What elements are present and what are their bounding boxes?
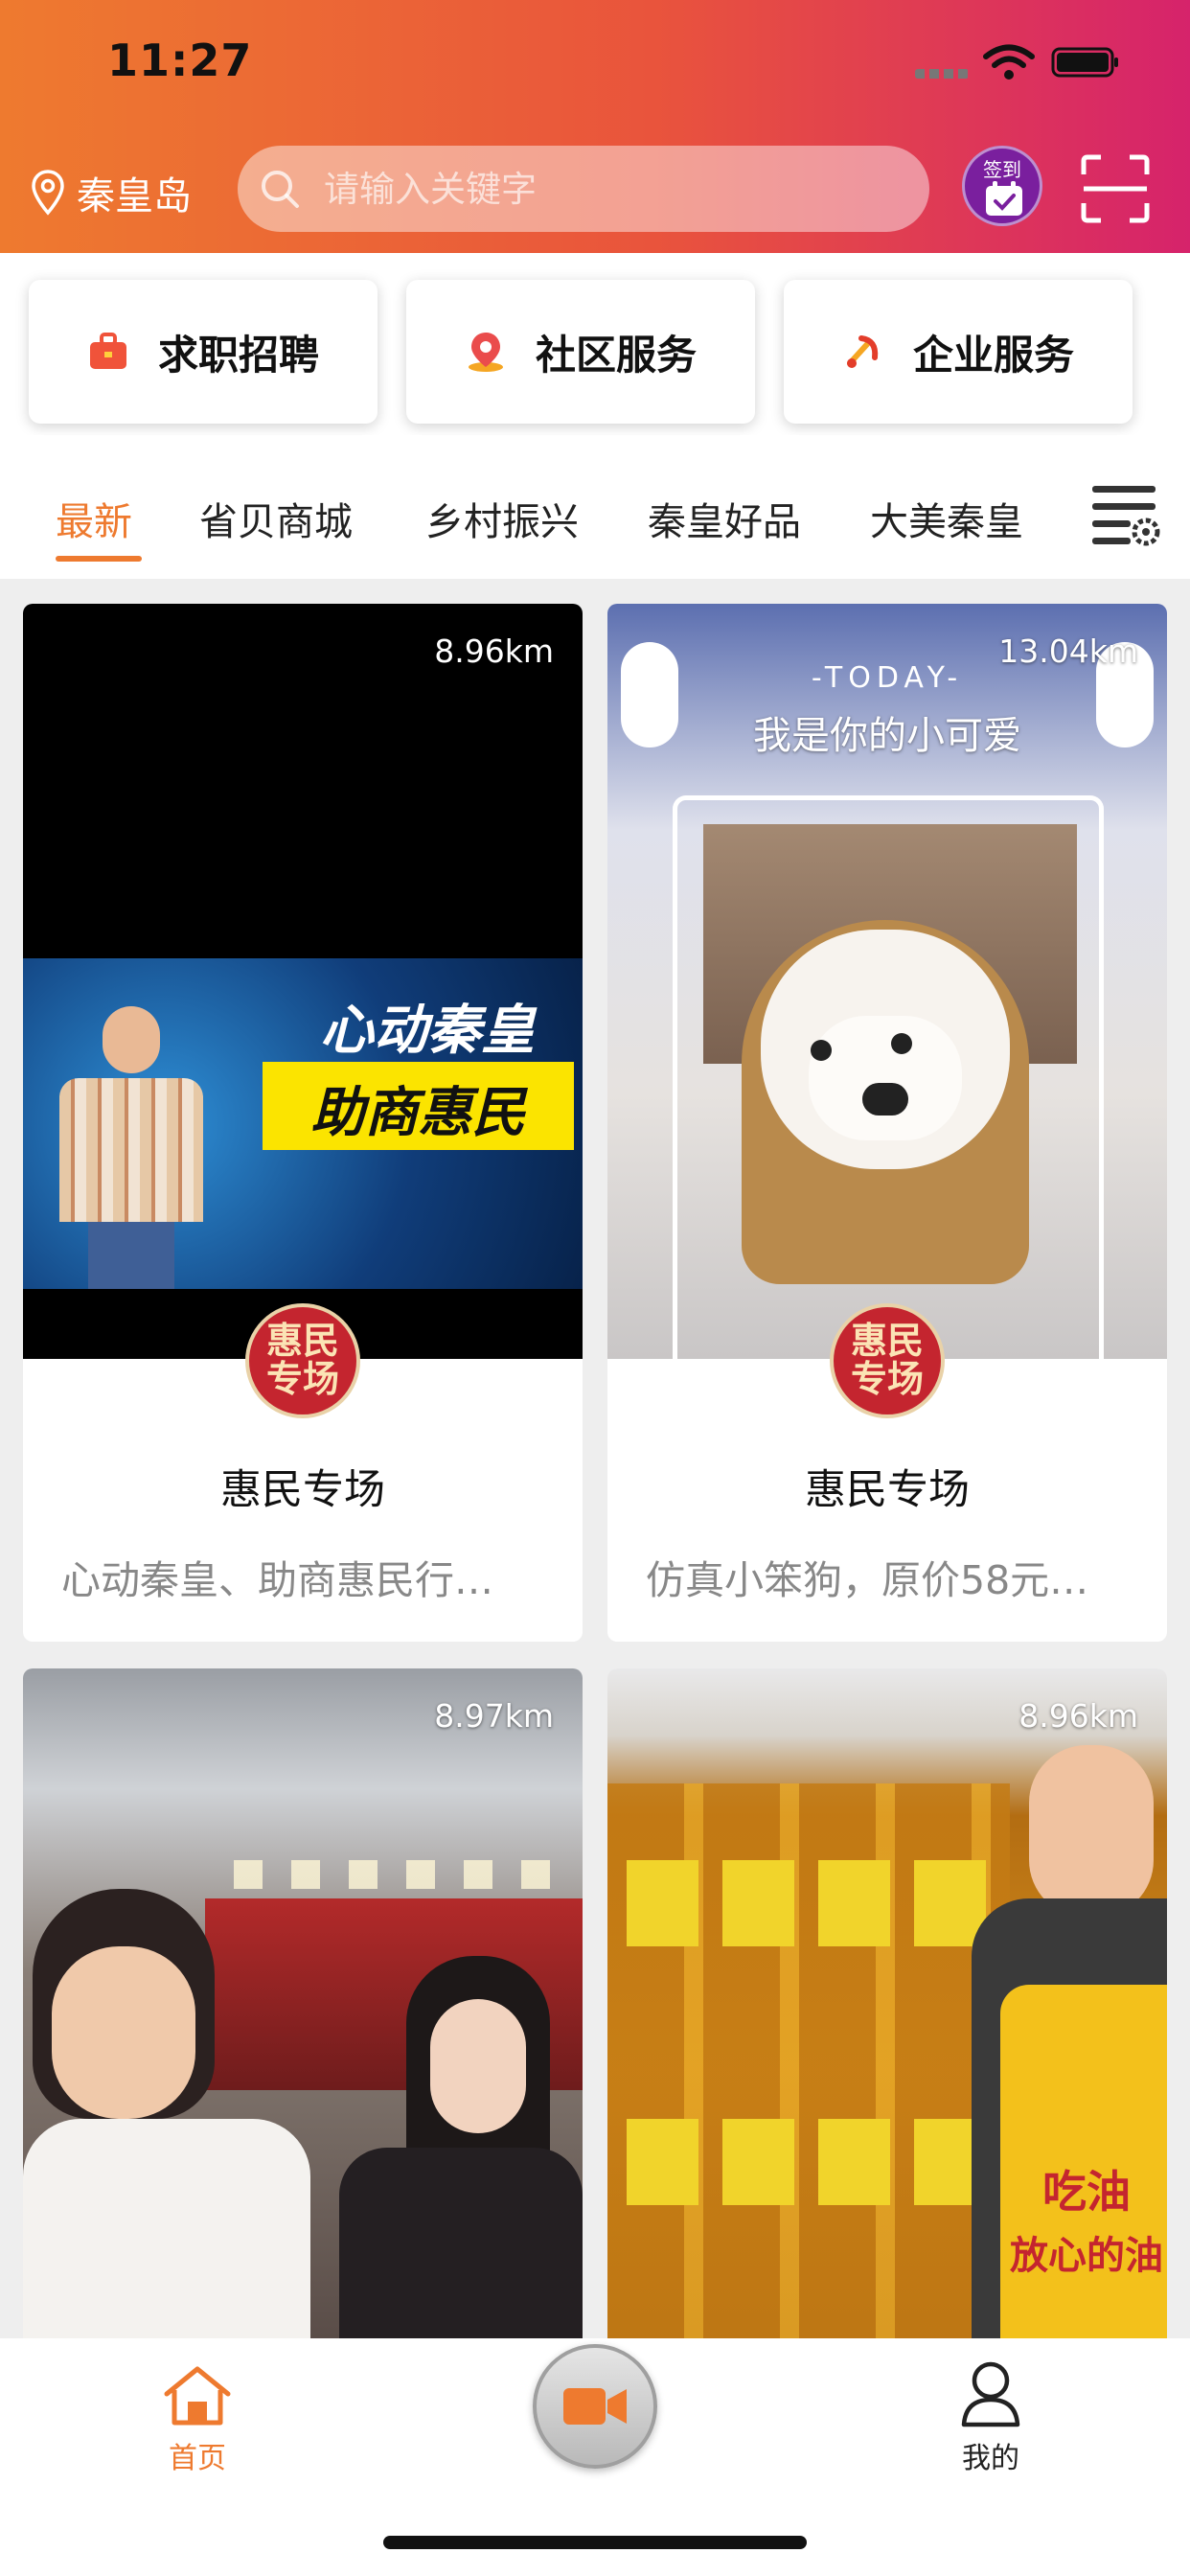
distance-label: 8.97km xyxy=(434,1697,554,1735)
signal-icon xyxy=(915,69,969,79)
card-title: 惠民专场 xyxy=(805,1466,970,1514)
card-title: 惠民专场 xyxy=(220,1466,385,1514)
service-row: 求职招聘 社区服务 企业服务 xyxy=(0,253,1190,435)
briefcase-icon xyxy=(89,333,126,369)
location-pin-icon xyxy=(32,170,64,216)
tab-mall[interactable]: 省贝商城 xyxy=(199,491,353,546)
video-thumbnail: 心动秦皇 助商惠民 8.96km xyxy=(23,604,583,1359)
video-thumbnail: 8.97km xyxy=(23,1668,583,2338)
card-description: 心动秦皇、助商惠民行… xyxy=(61,1557,493,1603)
distance-label: 8.96km xyxy=(434,632,554,670)
tab-rural[interactable]: 乡村振兴 xyxy=(425,491,579,546)
service-enterprise-label: 企业服务 xyxy=(912,331,1074,379)
thumbnail-caption-1: 吃油 xyxy=(1042,2166,1131,2218)
thumbnail-caption-1: 我是你的小可爱 xyxy=(753,714,1021,758)
card-description: 仿真小笨狗，原价58元… xyxy=(646,1557,1089,1603)
category-tabs: 最新 省贝商城 乡村振兴 秦皇好品 大美秦皇 xyxy=(0,435,1190,579)
video-card-2[interactable]: -TODAY- 我是你的小可爱 13.04km 惠民专场 惠民专场 仿真小笨狗，… xyxy=(607,604,1167,1642)
home-indicator xyxy=(383,2536,807,2549)
thumbnail-caption-1: 心动秦皇 xyxy=(320,1000,535,1062)
user-icon[interactable] xyxy=(960,2359,1021,2428)
service-jobs-label: 求职招聘 xyxy=(157,331,319,379)
tab-home-label[interactable]: 首页 xyxy=(144,2434,251,2476)
menu-settings-icon[interactable] xyxy=(1090,482,1161,551)
active-tab-indicator xyxy=(56,556,142,562)
video-card-4[interactable]: 吃油 放心的油 8.96km xyxy=(607,1668,1167,2338)
service-enterprise-button[interactable]: 企业服务 xyxy=(784,280,1133,424)
service-community-label: 社区服务 xyxy=(535,331,697,379)
distance-label: 8.96km xyxy=(1018,1697,1138,1735)
location-selector[interactable]: 秦皇岛 xyxy=(31,165,192,220)
signin-label: 签到 xyxy=(983,158,1021,181)
record-video-button[interactable] xyxy=(533,2344,657,2469)
thumbnail-caption-2: 放心的油 xyxy=(1010,2234,1163,2278)
search-bar[interactable] xyxy=(238,146,929,232)
thumbnail-caption-2: 助商惠民 xyxy=(310,1082,526,1144)
location-label: 秦皇岛 xyxy=(77,174,192,218)
search-icon xyxy=(262,171,299,208)
video-thumbnail: -TODAY- 我是你的小可爱 13.04km xyxy=(607,604,1167,1359)
search-input[interactable] xyxy=(322,167,901,211)
signin-button[interactable]: 签到 xyxy=(962,146,1042,226)
video-card-3[interactable]: 8.97km xyxy=(23,1668,583,2338)
calendar-check-icon xyxy=(986,181,1022,216)
status-time: 11:27 xyxy=(107,34,253,86)
map-pin-icon xyxy=(468,333,503,372)
promo-badge: 惠民专场 xyxy=(830,1303,945,1418)
promo-badge: 惠民专场 xyxy=(245,1303,360,1418)
scan-icon[interactable] xyxy=(1080,153,1151,224)
battery-icon xyxy=(1051,47,1118,78)
tab-scenery[interactable]: 大美秦皇 xyxy=(870,491,1023,546)
tab-goods[interactable]: 秦皇好品 xyxy=(648,491,801,546)
video-camera-icon xyxy=(563,2388,627,2425)
tab-latest[interactable]: 最新 xyxy=(56,491,132,546)
party-emblem-icon xyxy=(846,335,879,368)
home-icon[interactable] xyxy=(161,2365,234,2426)
header: 11:27 秦皇岛 签到 xyxy=(0,0,1190,253)
service-jobs-button[interactable]: 求职招聘 xyxy=(29,280,378,424)
service-community-button[interactable]: 社区服务 xyxy=(406,280,755,424)
video-card-1[interactable]: 心动秦皇 助商惠民 8.96km 惠民专场 惠民专场 心动秦皇、助商惠民行… xyxy=(23,604,583,1642)
video-thumbnail: 吃油 放心的油 8.96km xyxy=(607,1668,1167,2338)
wifi-icon xyxy=(983,44,1035,80)
distance-label: 13.04km xyxy=(998,632,1138,670)
tab-me-label[interactable]: 我的 xyxy=(937,2434,1044,2476)
